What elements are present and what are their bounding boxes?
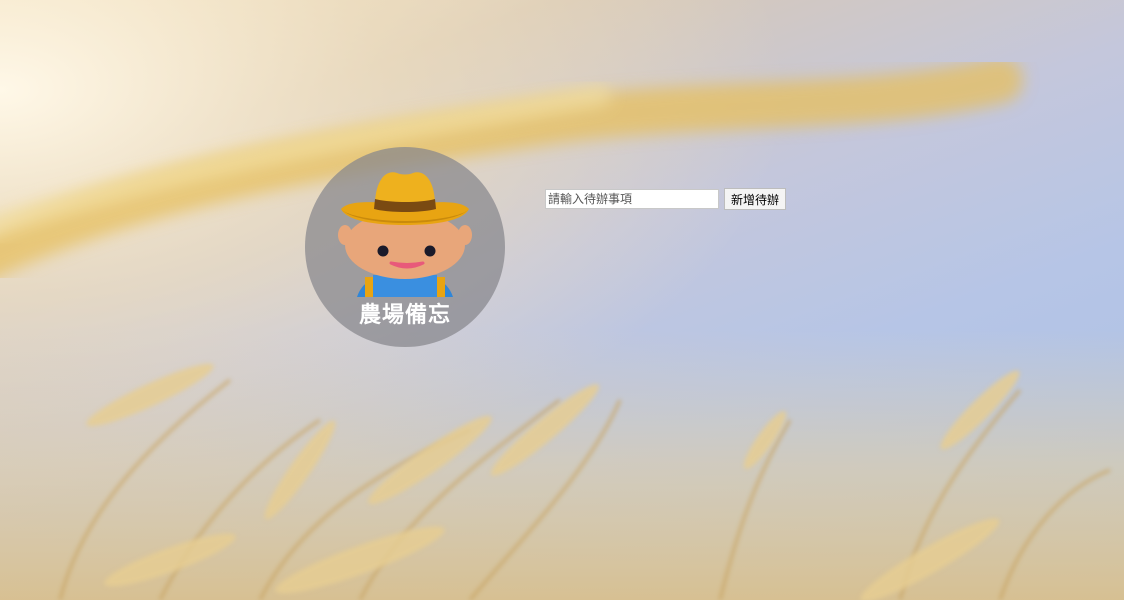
- app-title: 農場備忘: [358, 303, 451, 328]
- add-todo-button[interactable]: 新增待辦: [724, 188, 787, 210]
- wheat-field-background: [0, 0, 1124, 600]
- app-page: 農場備忘 新增待辦: [0, 0, 1124, 600]
- todo-input[interactable]: [545, 189, 719, 209]
- todo-form: 新增待辦: [545, 188, 787, 210]
- app-logo: 農場備忘: [305, 147, 505, 347]
